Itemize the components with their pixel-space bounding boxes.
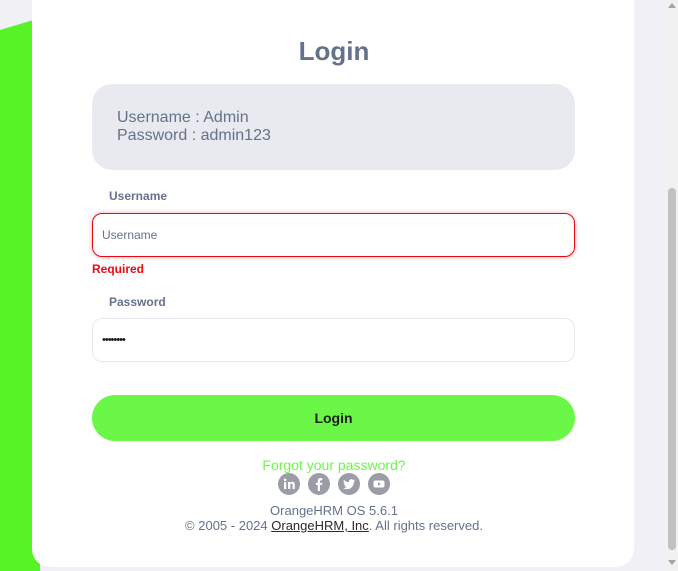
page-title: Login xyxy=(298,36,370,66)
company-link[interactable]: OrangeHRM, Inc xyxy=(271,518,369,533)
username-label: Username xyxy=(109,189,168,203)
username-input[interactable] xyxy=(92,213,575,257)
password-label: Password xyxy=(109,295,166,309)
copyright-text: © 2005 - 2024 OrangeHRM, Inc. All rights… xyxy=(0,518,668,533)
twitter-icon[interactable] xyxy=(338,473,360,495)
scroll-thumb[interactable] xyxy=(668,188,676,550)
forgot-password-link[interactable]: Forgot your password? xyxy=(0,457,668,473)
username-hint: Username : Admin xyxy=(117,109,249,126)
vertical-scrollbar[interactable] xyxy=(666,0,678,571)
username-error-message: Required xyxy=(92,262,145,276)
facebook-icon[interactable] xyxy=(308,473,330,495)
password-hint: Password : admin123 xyxy=(117,127,271,144)
scroll-up-arrow-icon[interactable] xyxy=(668,3,676,8)
social-links xyxy=(278,473,390,495)
credentials-hint-box: Username : Admin Password : admin123 xyxy=(92,84,575,170)
copyright-suffix: . All rights reserved. xyxy=(368,518,483,533)
app-version: OrangeHRM OS 5.6.1 xyxy=(270,503,398,518)
youtube-icon[interactable] xyxy=(368,473,390,495)
login-button[interactable]: Login xyxy=(92,395,575,441)
password-input[interactable]: •••••••• xyxy=(92,318,575,362)
scroll-down-arrow-icon[interactable] xyxy=(668,560,676,565)
copyright-prefix: © 2005 - 2024 xyxy=(185,518,272,533)
linkedin-icon[interactable] xyxy=(278,473,300,495)
